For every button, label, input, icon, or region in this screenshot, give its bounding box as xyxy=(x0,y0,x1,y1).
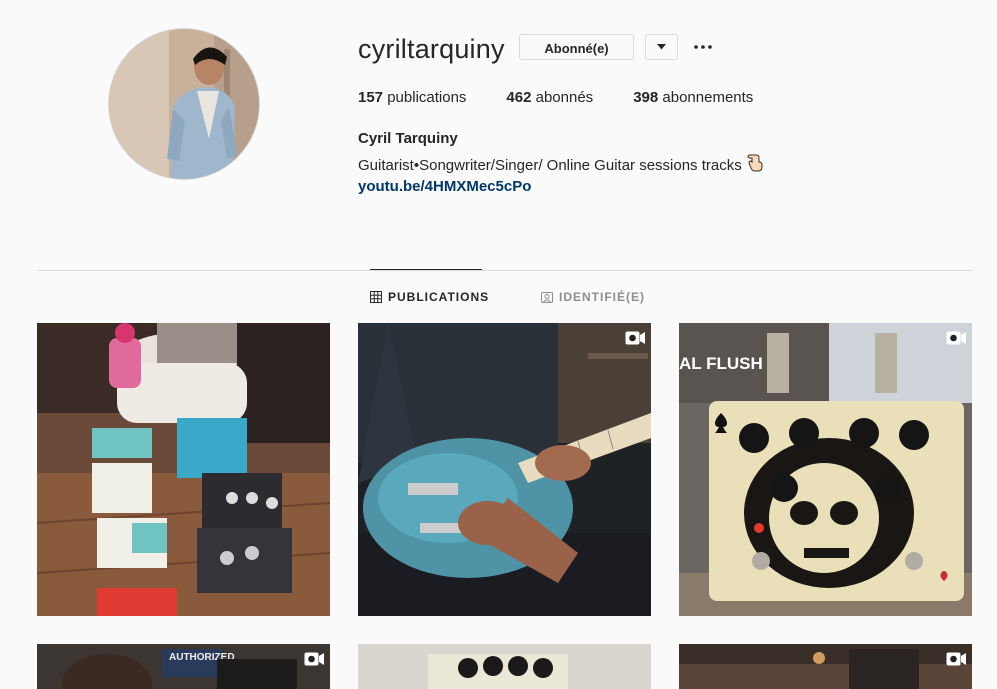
caret-down-icon xyxy=(657,44,666,50)
suggestions-dropdown-button[interactable] xyxy=(645,34,678,60)
post-tile[interactable]: AL FLUSH xyxy=(679,323,972,616)
profile-avatar[interactable] xyxy=(108,28,260,180)
posts-count: 157 publications xyxy=(358,89,466,106)
tab-publications-label: PUBLICATIONS xyxy=(388,290,490,304)
followers-link[interactable]: 462 abonnés xyxy=(506,89,593,106)
active-tab-indicator xyxy=(370,269,482,270)
posts-count-label: publications xyxy=(387,89,467,106)
profile-bio: Guitarist•Songwriter/Singer/ Online Guit… xyxy=(358,154,763,176)
more-dots-icon xyxy=(694,45,712,49)
video-camera-icon xyxy=(304,652,324,671)
profile-full-name: Cyril Tarquiny xyxy=(358,130,458,147)
post-tile[interactable] xyxy=(679,644,972,689)
video-camera-icon xyxy=(946,652,966,671)
followers-count-label: abonnés xyxy=(535,89,594,106)
posts-count-value: 157 xyxy=(358,89,384,106)
post-tile[interactable]: AUTHORIZED xyxy=(37,644,330,689)
pointing-down-hand-icon xyxy=(747,154,763,176)
more-options-button[interactable] xyxy=(690,36,716,58)
bio-text: Guitarist•Songwriter/Singer/ Online Guit… xyxy=(358,156,742,174)
following-count-value: 398 xyxy=(633,89,659,106)
tagged-icon xyxy=(541,292,553,303)
bio-link[interactable]: youtu.be/4HMXMec5cPo xyxy=(358,178,531,195)
video-camera-icon xyxy=(625,331,645,350)
tab-tagged-label: IDENTIFIÉ(E) xyxy=(559,290,645,304)
profile-stats: 157 publications 462 abonnés 398 abonnem… xyxy=(358,89,793,106)
tab-tagged[interactable]: IDENTIFIÉ(E) xyxy=(541,290,645,304)
post-tile[interactable] xyxy=(358,644,651,689)
following-link[interactable]: 398 abonnements xyxy=(633,89,753,106)
profile-username: cyriltarquiny xyxy=(358,34,505,64)
grid-icon xyxy=(370,291,382,303)
video-camera-icon xyxy=(946,331,966,350)
following-count-label: abonnements xyxy=(662,89,754,106)
tabs-divider xyxy=(37,270,972,271)
post-tile[interactable] xyxy=(358,323,651,616)
post-tile[interactable] xyxy=(37,323,330,616)
following-button[interactable]: Abonné(e) xyxy=(519,34,634,60)
tab-publications[interactable]: PUBLICATIONS xyxy=(370,290,489,304)
post-overlay-text: AL FLUSH xyxy=(679,354,763,373)
followers-count-value: 462 xyxy=(506,89,532,106)
